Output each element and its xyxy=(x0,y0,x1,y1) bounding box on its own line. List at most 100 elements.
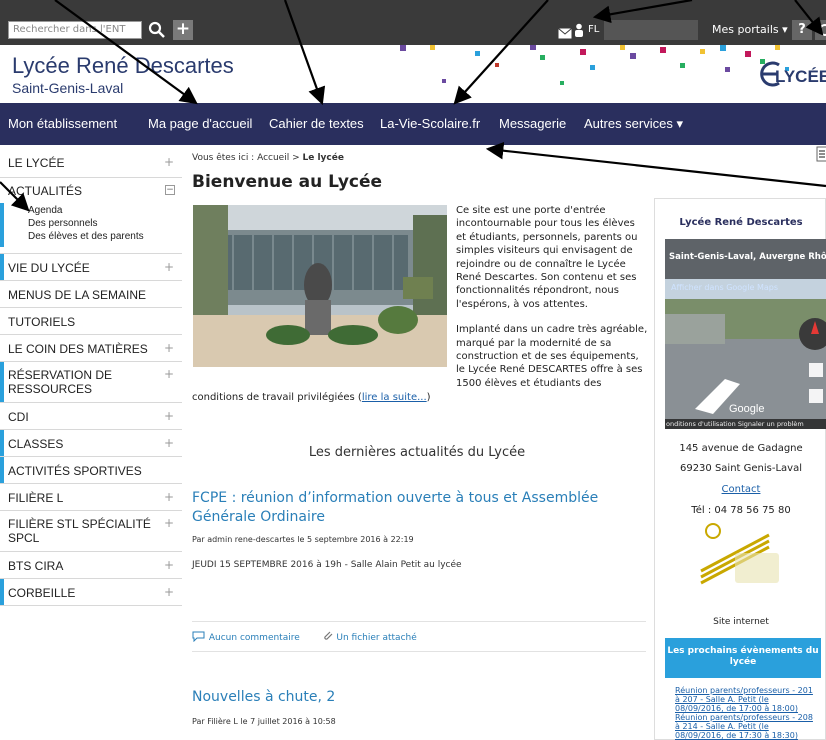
intro-text: Ce site est une porte d'entrée incontour… xyxy=(456,204,648,402)
school-info-panel: Lycée René Descartes Saint-Genis-Laval, … xyxy=(654,198,826,740)
sidebar-item-label: MENUS DE LA SEMAINE xyxy=(8,288,147,302)
sidebar-item-vie-du-lycee[interactable]: VIE DU LYCÉE + xyxy=(0,254,182,281)
intro-paragraph: Implanté dans un cadre très agréable, ma… xyxy=(456,324,648,389)
news-title-link[interactable]: Nouvelles à chute, 2 xyxy=(192,688,642,707)
sidebar-item-label: ACTIVITÉS SPORTIVES xyxy=(8,464,142,478)
elycee-logo-text[interactable]: LYCÉE xyxy=(775,67,826,87)
sidebar-item-actualites[interactable]: ACTUALITÉS − Agenda Des personnels Des é… xyxy=(0,178,182,254)
search-icon[interactable] xyxy=(147,20,167,40)
nav-cahier-de-textes[interactable]: Cahier de textes xyxy=(269,116,364,131)
sidebar-item-cdi[interactable]: CDI + xyxy=(0,403,182,430)
nav-la-vie-scolaire[interactable]: La-Vie-Scolaire.fr xyxy=(380,116,480,131)
intro-paragraph: Ce site est une porte d'entrée incontour… xyxy=(456,205,638,310)
sidebar-subitem-personnels[interactable]: Des personnels xyxy=(28,218,97,229)
event-link[interactable]: à 207 - Salle A. Petit (le xyxy=(675,695,769,704)
sidebar-item-label: ACTUALITÉS xyxy=(8,184,83,198)
sidebar-item-coin-matieres[interactable]: LE COIN DES MATIÈRES + xyxy=(0,335,182,362)
expand-icon[interactable]: + xyxy=(164,490,174,504)
add-button[interactable]: + xyxy=(173,20,193,40)
expand-icon[interactable]: + xyxy=(164,260,174,274)
user-icon[interactable] xyxy=(574,22,584,37)
help-button[interactable]: ? xyxy=(792,20,812,40)
breadcrumb: Vous êtes ici : Accueil > Le lycée xyxy=(192,153,344,163)
event-link[interactable]: 08/09/2016, de 17:30 à 18:30) xyxy=(675,731,798,740)
rd-logo[interactable] xyxy=(699,521,783,587)
search-input[interactable]: Rechercher dans l'ENT xyxy=(8,21,142,39)
event-link[interactable]: Réunion parents/professeurs - 201 xyxy=(675,686,813,695)
portals-menu[interactable]: Mes portails ▾ xyxy=(712,23,788,36)
sidebar-item-filiere-stl[interactable]: FILIÈRE STL SPÉCIALITÉ SPCL + xyxy=(0,511,182,552)
sidebar-item-activites-sportives[interactable]: ACTIVITÉS SPORTIVES xyxy=(0,457,182,484)
contact-link[interactable]: Contact xyxy=(655,484,826,495)
event-link[interactable]: à 214 - Salle A. Petit (le xyxy=(675,722,769,731)
sidebar-item-label: BTS CIRA xyxy=(8,559,64,573)
sidebar-subitem-eleves-parents[interactable]: Des élèves et des parents xyxy=(28,231,144,242)
sidebar-item-label: VIE DU LYCÉE xyxy=(8,261,90,275)
sidebar-item-tutoriels[interactable]: TUTORIELS xyxy=(0,308,182,335)
mail-icon[interactable] xyxy=(558,24,572,39)
settings-icon[interactable] xyxy=(815,20,826,40)
nav-autres-services[interactable]: Autres services ▾ xyxy=(584,116,683,132)
event-link[interactable]: 08/09/2016, de 17:00 à 18:00) xyxy=(675,704,798,713)
sidebar-item-le-lycee[interactable]: LE LYCÉE + xyxy=(0,145,182,178)
expand-icon[interactable]: + xyxy=(164,516,174,530)
menu-icon[interactable] xyxy=(816,146,826,162)
news-excerpt: JEUDI 15 SEPTEMBRE 2016 à 19h - Salle Al… xyxy=(192,560,462,570)
sidebar-item-filiere-l[interactable]: FILIÈRE L + xyxy=(0,484,182,511)
top-toolbar: Rechercher dans l'ENT + FL Mes portails … xyxy=(0,0,826,45)
news-actions: Aucun commentaire Un fichier attaché xyxy=(192,630,417,645)
sidebar-item-corbeille[interactable]: CORBEILLE + xyxy=(0,579,182,606)
read-more-link[interactable]: lire la suite... xyxy=(362,392,427,403)
expand-icon[interactable]: + xyxy=(164,436,174,450)
decorative-pattern xyxy=(400,45,789,85)
sidebar-item-label: CLASSES xyxy=(8,437,64,451)
breadcrumb-current: Le lycée xyxy=(302,153,344,163)
expand-icon[interactable]: + xyxy=(164,155,174,169)
intro-close: ) xyxy=(426,392,431,403)
expand-icon[interactable]: + xyxy=(164,367,174,381)
comment-icon[interactable] xyxy=(192,631,206,645)
website-label: Site internet xyxy=(713,617,769,627)
accent-bar xyxy=(0,362,4,402)
expand-icon[interactable]: + xyxy=(164,585,174,599)
accent-bar xyxy=(0,254,4,280)
intro-continuation: conditions de travail privilégiées (lire… xyxy=(192,392,431,403)
comments-link[interactable]: Aucun commentaire xyxy=(209,633,300,643)
user-name[interactable]: FL xyxy=(588,24,599,35)
redacted-username xyxy=(604,20,698,40)
google-maps-link[interactable]: Afficher dans Google Maps xyxy=(671,283,778,292)
sidebar-item-classes[interactable]: CLASSES + xyxy=(0,430,182,457)
site-title[interactable]: Lycée René Descartes xyxy=(12,53,234,79)
attachment-link[interactable]: Un fichier attaché xyxy=(336,633,416,643)
news-separator xyxy=(192,651,646,652)
news-title-link[interactable]: FCPE : réunion d’information ouverte à t… xyxy=(192,489,642,527)
paperclip-icon[interactable] xyxy=(322,630,334,645)
main-navigation: Mon établissement Ma page d'accueil Cahi… xyxy=(0,103,826,145)
breadcrumb-path[interactable]: Vous êtes ici : Accueil > xyxy=(192,153,302,163)
accent-bar xyxy=(0,430,4,456)
address-line: 145 avenue de Gadagne xyxy=(679,443,803,454)
street-view-map[interactable]: Saint-Genis-Laval, Auvergne Rhône Affich… xyxy=(665,239,826,429)
news-meta: Par Filière L le 7 juillet 2016 à 10:58 xyxy=(192,717,336,726)
expand-icon[interactable]: + xyxy=(164,341,174,355)
news-section-heading: Les dernières actualités du Lycée xyxy=(308,445,526,460)
nav-mon-etablissement[interactable]: Mon établissement xyxy=(8,116,117,131)
google-logo: Google xyxy=(729,403,765,415)
sidebar-item-label: FILIÈRE L xyxy=(8,491,64,505)
sidebar-item-reservation[interactable]: RÉSERVATION DE RESSOURCES + xyxy=(0,362,182,403)
sidebar-item-bts-cira[interactable]: BTS CIRA + xyxy=(0,552,182,579)
collapse-icon[interactable]: − xyxy=(165,185,175,195)
sidebar-item-label-line2: RESSOURCES xyxy=(8,382,93,396)
sidebar-item-menus[interactable]: MENUS DE LA SEMAINE xyxy=(0,281,182,308)
sidebar-subitem-agenda[interactable]: Agenda xyxy=(28,205,62,216)
nav-ma-page-accueil[interactable]: Ma page d'accueil xyxy=(148,116,252,131)
sidebar-item-label: FILIÈRE STL SPÉCIALITÉ xyxy=(8,517,151,531)
sidebar-item-label: TUTORIELS xyxy=(8,315,76,329)
expand-icon[interactable]: + xyxy=(164,409,174,423)
expand-icon[interactable]: + xyxy=(164,558,174,572)
map-footer[interactable]: onditions d'utilisation Signaler un prob… xyxy=(665,419,826,429)
event-link[interactable]: Réunion parents/professeurs - 208 xyxy=(675,713,813,722)
news-meta: Par admin rene-descartes le 5 septembre … xyxy=(192,535,414,544)
nav-messagerie[interactable]: Messagerie xyxy=(499,116,566,131)
events-heading: Les prochains évènements du lycée xyxy=(665,638,821,678)
